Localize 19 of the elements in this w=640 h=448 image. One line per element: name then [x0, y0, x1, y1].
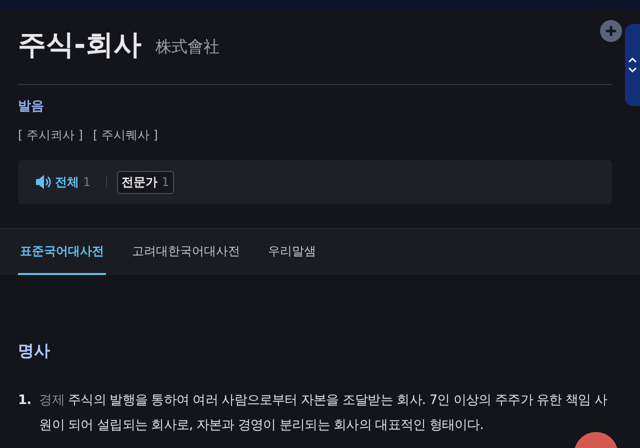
pronunciation-text: [ 주시퀘사 ]: [93, 127, 158, 144]
part-of-speech: 명사: [18, 341, 51, 362]
dictionary-tab[interactable]: 고려대한국어대사전: [130, 229, 242, 275]
chevron-up-icon: [628, 57, 637, 63]
dictionary-tab[interactable]: 표준국어대사전: [18, 229, 106, 275]
pronunciation-text: [ 주시쾨사 ]: [18, 127, 83, 144]
scroll-nav[interactable]: [625, 24, 640, 106]
dictionary-tab[interactable]: 우리말샘: [266, 229, 318, 275]
plus-icon: [605, 25, 617, 37]
definition-text: 경제 주식의 발행을 통하여 여러 사람으로부터 자본을 조달받는 회사. 7인 이상의 주주가 유한 책임 사원이 되어 설립되는 회사로, 자본과 경영이 분리되는 회사의 대표적인 형태이다.: [39, 392, 608, 435]
definition-number: 1.: [18, 392, 32, 410]
chevron-down-icon: [628, 67, 637, 73]
add-button[interactable]: [600, 20, 622, 42]
headword: 주식-회사: [18, 27, 142, 63]
hanja-text: 株式會社: [156, 36, 220, 58]
speaker-icon: [35, 175, 51, 189]
audio-filter[interactable]: 전문가 1: [116, 170, 174, 194]
audio-filter[interactable]: 전체 1: [30, 170, 96, 194]
pronunciation-label: 발음: [18, 98, 45, 115]
